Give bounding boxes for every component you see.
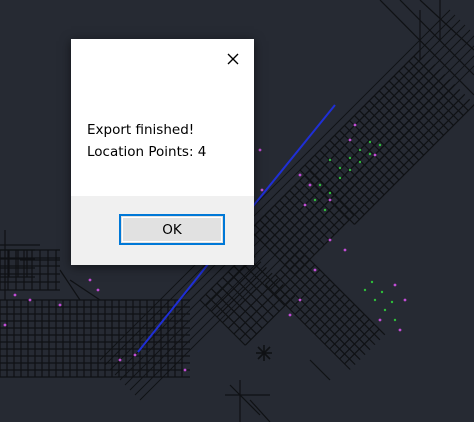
message-location-points: Location Points: 4 [87, 144, 207, 160]
ok-button-label: OK [162, 221, 182, 238]
message-export-finished: Export finished! [87, 122, 195, 138]
dialog-footer: OK [71, 196, 254, 265]
ok-button[interactable]: OK [119, 214, 225, 245]
asterisk-marker-icon [256, 345, 272, 361]
close-icon [227, 53, 239, 65]
close-button[interactable] [223, 49, 243, 69]
export-message-dialog: Export finished! Location Points: 4 OK [71, 39, 254, 265]
dialog-message: Export finished! Location Points: 4 [87, 119, 206, 163]
